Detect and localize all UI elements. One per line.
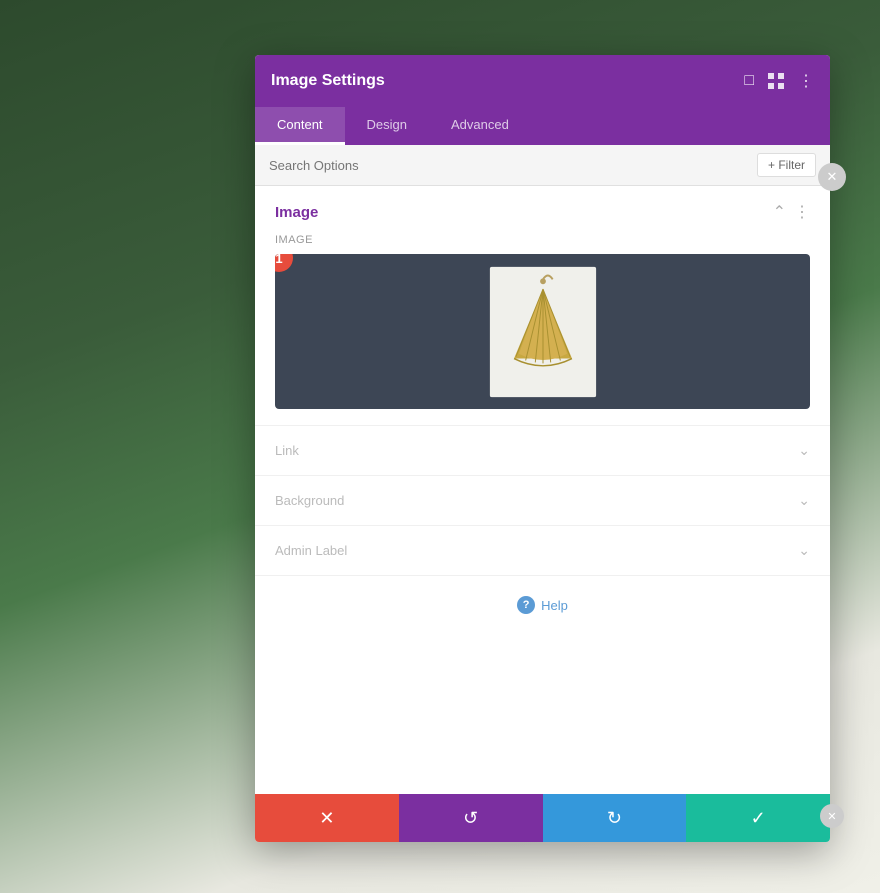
- filter-button[interactable]: + Filter: [757, 153, 816, 177]
- admin-label-section[interactable]: Admin Label ⌄: [255, 526, 830, 576]
- background-section[interactable]: Background ⌄: [255, 476, 830, 526]
- modal-header: Image Settings □ ⋮: [255, 55, 830, 107]
- cancel-button[interactable]: ✕: [255, 794, 399, 842]
- close-x-top[interactable]: ✕: [818, 163, 846, 191]
- close-x-bottom[interactable]: ✕: [820, 804, 844, 828]
- tab-advanced[interactable]: Advanced: [429, 107, 531, 145]
- modal-title: Image Settings: [271, 72, 385, 90]
- link-chevron-icon: ⌄: [798, 442, 810, 459]
- focus-icon[interactable]: □: [744, 72, 754, 90]
- section-more-icon[interactable]: ⋮: [794, 202, 810, 222]
- help-row[interactable]: ? Help: [255, 576, 830, 634]
- image-field-label: Image: [275, 234, 810, 246]
- background-chevron-icon: ⌄: [798, 492, 810, 509]
- search-input[interactable]: [269, 158, 469, 173]
- image-section: Image ⌃ ⋮ Image 1: [255, 186, 830, 426]
- more-icon[interactable]: ⋮: [798, 71, 814, 91]
- save-button[interactable]: ✓: [686, 794, 830, 842]
- section-header: Image ⌃ ⋮: [275, 202, 810, 222]
- image-upload-area[interactable]: 1: [275, 254, 810, 409]
- help-icon: ?: [517, 596, 535, 614]
- header-icons: □ ⋮: [744, 71, 814, 91]
- tab-content[interactable]: Content: [255, 107, 345, 145]
- search-row: + Filter: [255, 145, 830, 186]
- badge-number: 1: [275, 254, 293, 272]
- tabs-bar: Content Design Advanced: [255, 107, 830, 145]
- section-header-icons: ⌃ ⋮: [773, 202, 810, 222]
- admin-label-text: Admin Label: [275, 543, 347, 558]
- earring-image: [483, 262, 603, 402]
- redo-button[interactable]: ↻: [543, 794, 687, 842]
- modal-content: Image ⌃ ⋮ Image 1: [255, 186, 830, 794]
- admin-chevron-icon: ⌄: [798, 542, 810, 559]
- collapse-icon[interactable]: ⌃: [773, 202, 786, 222]
- grid-icon[interactable]: [768, 73, 784, 89]
- tab-design[interactable]: Design: [345, 107, 429, 145]
- modal-footer: ✕ ↺ ↻ ✓: [255, 794, 830, 842]
- undo-button[interactable]: ↺: [399, 794, 543, 842]
- earring-svg: [483, 262, 603, 402]
- link-section[interactable]: Link ⌄: [255, 426, 830, 476]
- section-title: Image: [275, 204, 318, 221]
- background-label: Background: [275, 493, 344, 508]
- image-settings-modal: Image Settings □ ⋮ Content Design Advanc…: [255, 55, 830, 842]
- help-label: Help: [541, 598, 568, 613]
- spacer: [255, 634, 830, 794]
- link-label: Link: [275, 443, 299, 458]
